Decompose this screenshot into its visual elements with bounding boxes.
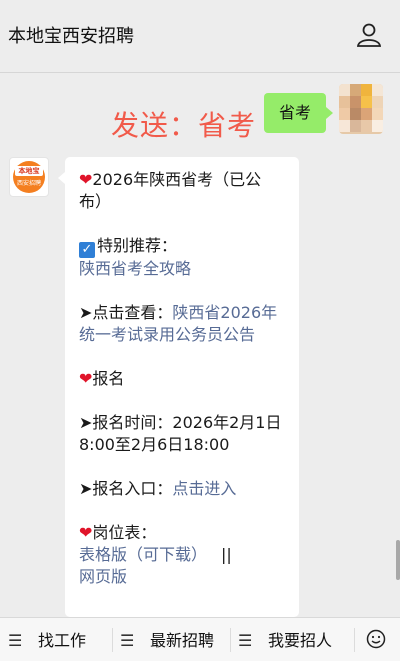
exam-headline-cont: 布） [79, 192, 112, 211]
recommend-label: 特别推荐： [97, 236, 178, 255]
reply-bubble-tail [58, 172, 65, 184]
bot-logo-subtitle: 西安招聘 [16, 180, 41, 187]
signup-title: 报名 [92, 369, 125, 388]
view-prefix: ➤点击查看： [79, 303, 173, 322]
chat-header: 本地宝西安招聘 [0, 0, 400, 72]
menu-hire[interactable]: ☰ 我要招人 [238, 630, 332, 652]
user-icon[interactable] [356, 22, 382, 48]
menu-divider [230, 628, 231, 652]
heart-icon: ❤ [79, 369, 93, 388]
positions-web-link[interactable]: 网页版 [79, 566, 289, 588]
chat-title: 本地宝西安招聘 [8, 26, 134, 47]
smiley-icon[interactable] [366, 629, 386, 649]
positions-links-row: 表格版（可下载） || [79, 544, 289, 566]
header-divider [0, 72, 400, 73]
heart-icon: ❤ [79, 523, 93, 542]
signup-entry-row: ➤报名入口：点击进入 [79, 478, 289, 500]
reply-content: ❤2026年陕西省考（已公 布） ✓ 特别推荐： 陕西省考全攻略 ➤点击查看：陕西… [79, 169, 289, 588]
menu-find-job[interactable]: ☰ 找工作 [8, 630, 86, 652]
entry-label: ➤报名入口： [79, 479, 173, 498]
menu-icon: ☰ [120, 631, 135, 650]
announcement-row: ➤点击查看：陕西省2026年 [79, 302, 289, 324]
announcement-link[interactable]: 陕西省2026年 [172, 303, 277, 322]
signup-time-value: 8:00至2月6日18:00 [79, 435, 230, 454]
scrollbar[interactable] [396, 540, 400, 580]
bot-logo-brand: 本地宝 [15, 166, 43, 176]
announcement-link-cont[interactable]: 统一考试录用公务员公告 [79, 324, 289, 346]
positions-heading: ❤岗位表： [79, 522, 289, 544]
menu-latest-jobs-label: 最新招聘 [150, 631, 215, 650]
entry-link[interactable]: 点击进入 [172, 479, 236, 498]
menu-latest-jobs[interactable]: ☰ 最新招聘 [120, 630, 214, 652]
checkbox-icon: ✓ [79, 242, 95, 258]
overlay-note: 发送：省考 [111, 109, 257, 142]
recommend-row: ✓ 特别推荐： [79, 235, 289, 258]
bottom-menu-bar: ☰ 找工作 ☰ 最新招聘 ☰ 我要招人 [0, 617, 400, 661]
sent-message-bubble[interactable]: 省考 [264, 93, 333, 133]
signup-time-label: ➤报名时间：2026年2月1日 [79, 413, 282, 432]
menu-hire-label: 我要招人 [268, 631, 333, 650]
exam-headline-text: 2026年陕西省考（已公 [92, 170, 262, 189]
self-avatar[interactable] [339, 84, 383, 134]
guide-link[interactable]: 陕西省考全攻略 [79, 258, 289, 280]
exam-headline: ❤2026年陕西省考（已公 [79, 169, 289, 191]
menu-divider [354, 628, 355, 652]
heart-icon: ❤ [79, 170, 93, 189]
menu-icon: ☰ [238, 631, 253, 650]
positions-title: 岗位表： [92, 523, 157, 542]
bot-avatar[interactable]: 本地宝 西安招聘 [9, 157, 49, 197]
positions-separator: || [221, 545, 232, 564]
menu-divider [112, 628, 113, 652]
signup-heading: ❤报名 [79, 368, 289, 390]
menu-icon: ☰ [8, 631, 23, 650]
menu-find-job-label: 找工作 [38, 631, 87, 650]
reply-message-bubble: ❤2026年陕西省考（已公 布） ✓ 特别推荐： 陕西省考全攻略 ➤点击查看：陕西… [65, 157, 299, 617]
positions-excel-link[interactable]: 表格版（可下载） [79, 545, 207, 564]
